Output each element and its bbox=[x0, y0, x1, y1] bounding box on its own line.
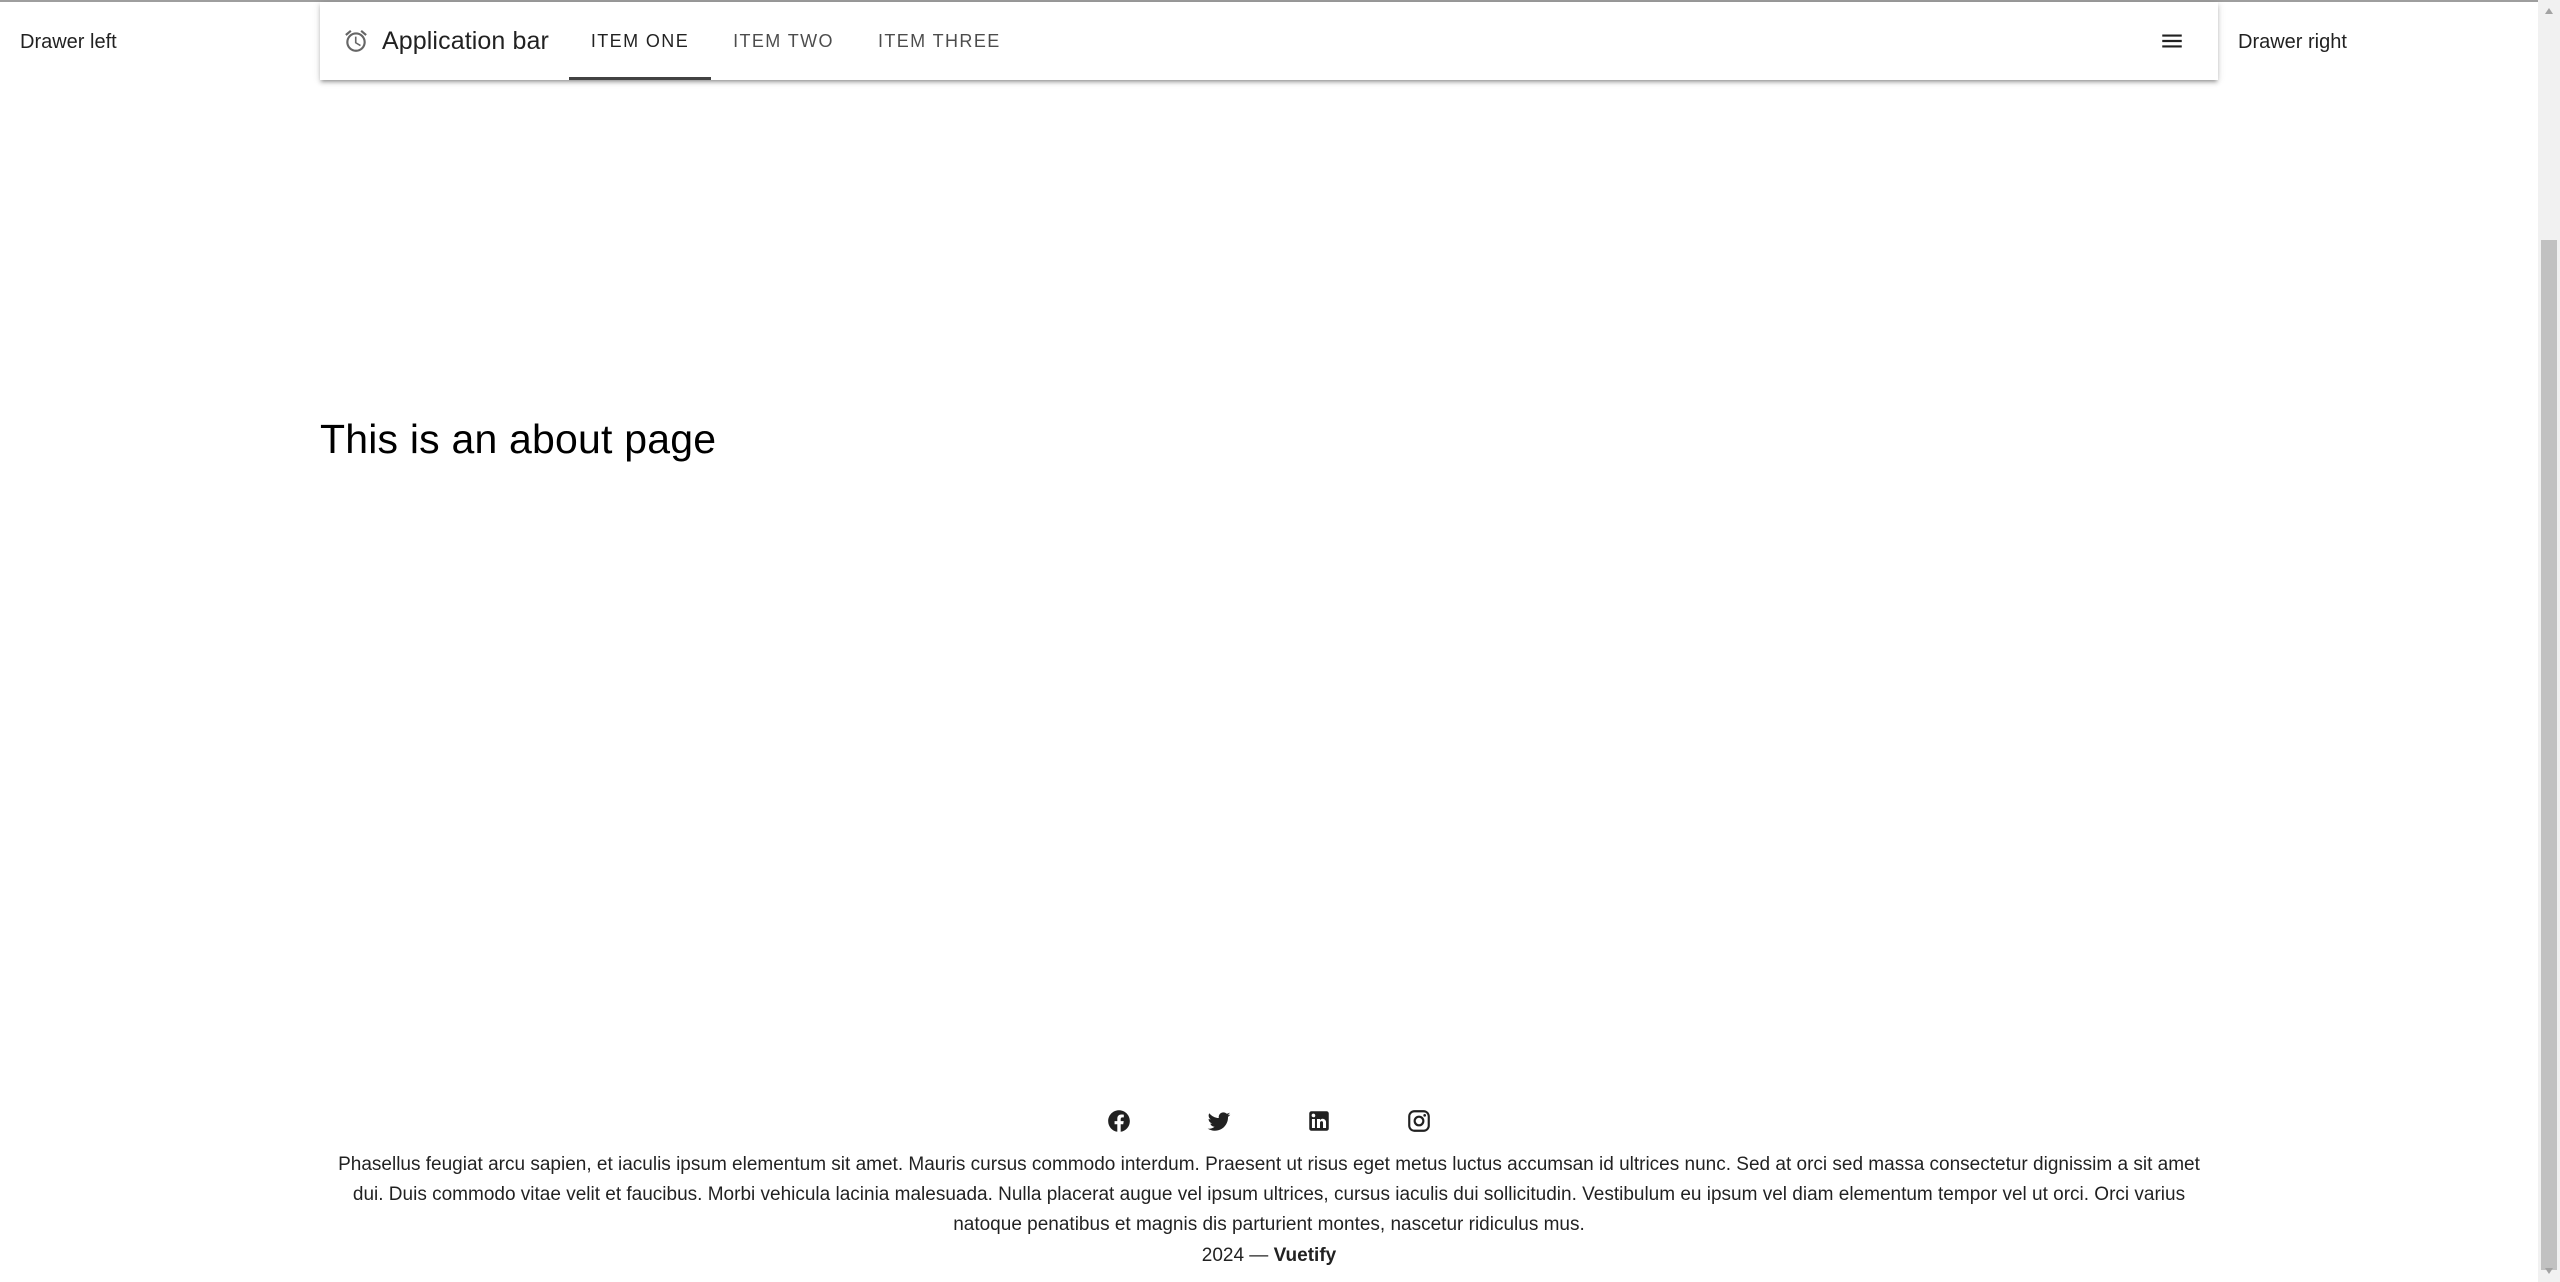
hamburger-menu-icon bbox=[2162, 34, 2182, 48]
tab-bar: ITEM ONE ITEM TWO ITEM THREE bbox=[568, 2, 1023, 80]
twitter-button[interactable] bbox=[1195, 1097, 1243, 1145]
copyright-brand: Vuetify bbox=[1273, 1245, 1337, 1266]
tab-item-one[interactable]: ITEM ONE bbox=[568, 2, 712, 80]
tab-item-three[interactable]: ITEM THREE bbox=[856, 2, 1023, 80]
footer-copyright: 2024 — Vuetify bbox=[1202, 1241, 1336, 1271]
copyright-year: 2024 — bbox=[1201, 1245, 1269, 1266]
page-heading: This is an about page bbox=[320, 416, 717, 462]
linkedin-icon bbox=[1309, 1111, 1329, 1131]
tab-item-two[interactable]: ITEM TWO bbox=[711, 2, 856, 80]
social-links bbox=[1095, 1096, 1443, 1146]
drawer-right-label: Drawer right bbox=[2238, 30, 2347, 53]
tab-label: ITEM ONE bbox=[590, 30, 690, 51]
drawer-left[interactable]: Drawer left bbox=[0, 2, 320, 82]
footer-description: Phasellus feugiat arcu sapien, et iaculi… bbox=[338, 1154, 2200, 1235]
scrollbar-thumb[interactable] bbox=[2541, 240, 2557, 1270]
twitter-icon bbox=[1207, 1112, 1231, 1131]
menu-button[interactable] bbox=[2152, 21, 2192, 61]
drawer-right[interactable]: Drawer right bbox=[2218, 2, 2538, 82]
footer: Phasellus feugiat arcu sapien, et iaculi… bbox=[320, 1096, 2218, 1271]
tab-label: ITEM TWO bbox=[733, 30, 834, 51]
drawer-left-label: Drawer left bbox=[20, 30, 117, 53]
linkedin-button[interactable] bbox=[1295, 1097, 1343, 1145]
alarm-clock-icon bbox=[342, 27, 370, 55]
tab-label: ITEM THREE bbox=[877, 30, 1001, 51]
facebook-icon bbox=[1108, 1110, 1130, 1132]
scroll-up-arrow-icon[interactable] bbox=[2538, 0, 2560, 22]
app-bar: Application bar ITEM ONE ITEM TWO ITEM T… bbox=[320, 2, 2218, 80]
instagram-button[interactable] bbox=[1395, 1097, 1443, 1145]
instagram-icon bbox=[1408, 1110, 1430, 1132]
facebook-button[interactable] bbox=[1095, 1097, 1143, 1145]
scroll-down-arrow-icon[interactable] bbox=[2538, 1260, 2560, 1282]
app-bar-title: Application bar bbox=[382, 26, 549, 55]
vertical-scrollbar[interactable] bbox=[2538, 0, 2560, 1282]
